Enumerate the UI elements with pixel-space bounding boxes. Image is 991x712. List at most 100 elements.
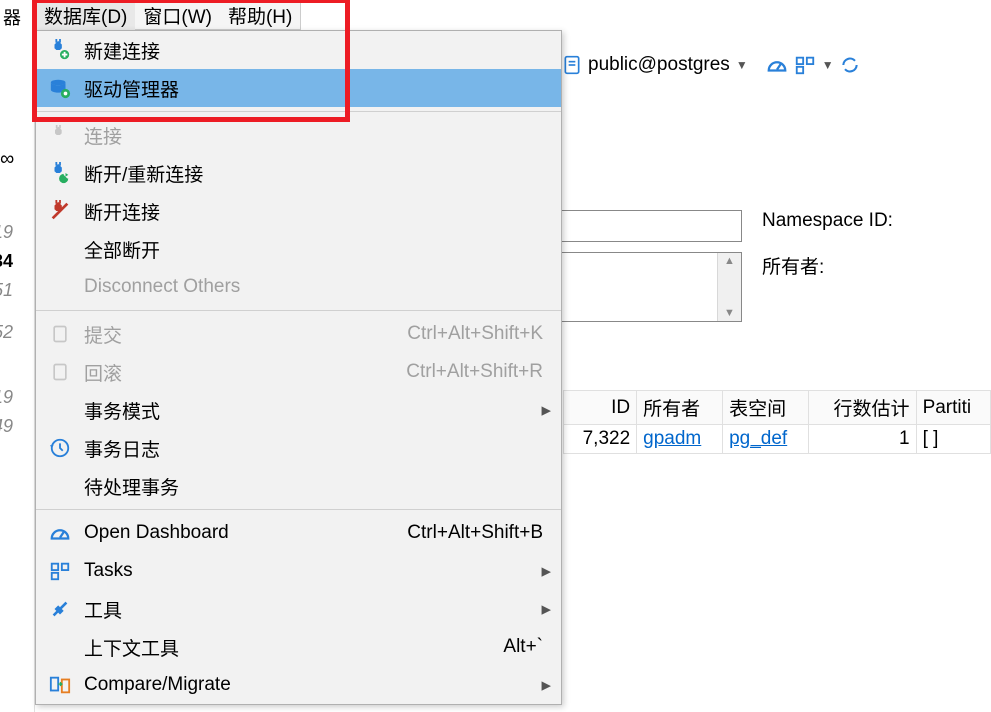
history-icon <box>44 434 76 462</box>
menu-compare-migrate[interactable]: Compare/Migrate ▸ <box>36 666 561 704</box>
submenu-arrow-icon: ▸ <box>539 560 551 583</box>
menu-transaction-mode[interactable]: 事务模式 ▸ <box>36 391 561 429</box>
menu-database[interactable]: 数据库(D) <box>36 0 135 31</box>
database-menu-dropdown: 新建连接 驱动管理器 连接 断开/重新连接 断开连接 全部断开 Disconne… <box>35 30 562 705</box>
menu-item-label: 新建连接 <box>84 37 551 64</box>
menu-shortcut: Ctrl+Alt+Shift+R <box>406 361 543 383</box>
dashboard-icon[interactable] <box>766 54 788 76</box>
menu-separator <box>36 509 561 510</box>
scrollbar[interactable]: ▲ ▼ <box>717 253 741 321</box>
menu-item-label: Disconnect Others <box>84 276 551 298</box>
submenu-arrow-icon: ▸ <box>539 399 551 422</box>
menu-item-label: 上下文工具 <box>84 634 503 661</box>
menu-item-label: 断开连接 <box>84 198 551 225</box>
blank-icon <box>44 633 76 661</box>
menu-shortcut: Ctrl+Alt+Shift+B <box>407 522 543 544</box>
menu-item-label: Tasks <box>84 560 539 582</box>
db-gear-icon <box>44 74 76 102</box>
left-panel-partial: 器 ∞ 19 34 51 52 19 49 <box>0 0 35 712</box>
plug-refresh-icon <box>44 159 76 187</box>
scroll-down-icon[interactable]: ▼ <box>722 305 737 321</box>
menu-disconnect[interactable]: 断开连接 <box>36 192 561 230</box>
rollback-icon <box>44 358 76 386</box>
dropdown-arrow-icon[interactable]: ▼ <box>822 58 834 72</box>
plug-icon <box>44 121 76 149</box>
partial-text: 34 <box>0 251 13 272</box>
col-id[interactable]: ID <box>564 391 637 425</box>
menu-item-label: 全部断开 <box>84 236 551 263</box>
menu-item-label: 事务日志 <box>84 435 551 462</box>
partial-text: 19 <box>0 222 13 243</box>
data-table: ID 所有者 表空间 行数估计 Partiti 7,322 gpadm pg_d… <box>563 390 991 454</box>
scroll-up-icon[interactable]: ▲ <box>722 253 737 269</box>
partial-text: 49 <box>0 416 13 437</box>
partial-text: 51 <box>0 280 13 301</box>
schema-bar: public@postgres ▼ ▼ <box>562 50 991 80</box>
blank-icon <box>44 396 76 424</box>
owner-textarea[interactable]: ▲ ▼ <box>532 252 742 322</box>
menu-commit: 提交 Ctrl+Alt+Shift+K <box>36 315 561 353</box>
owner-link[interactable]: gpadm <box>643 428 701 449</box>
menu-item-label: 工具 <box>84 596 539 623</box>
menu-item-label: 待处理事务 <box>84 473 551 500</box>
schema-icon <box>562 54 582 76</box>
right-panel: public@postgres ▼ ▼ Namespace ID: ▲ ▼ 所有… <box>562 50 991 332</box>
tasks-icon[interactable] <box>794 54 816 76</box>
menu-pending-transactions[interactable]: 待处理事务 <box>36 467 561 505</box>
menu-item-label: 断开/重新连接 <box>84 160 551 187</box>
menu-disconnect-all[interactable]: 全部断开 <box>36 230 561 268</box>
menu-transaction-log[interactable]: 事务日志 <box>36 429 561 467</box>
refresh-icon[interactable] <box>840 55 860 75</box>
namespace-input[interactable] <box>532 210 742 242</box>
menu-separator <box>36 310 561 311</box>
menu-item-label: 事务模式 <box>84 397 539 424</box>
table-row[interactable]: 7,322 gpadm pg_def 1 [ ] <box>564 425 991 454</box>
menu-connect: 连接 <box>36 116 561 154</box>
menu-tools[interactable]: 工具 ▸ <box>36 590 561 628</box>
tasks-icon <box>44 557 76 585</box>
compare-icon <box>44 671 76 699</box>
col-tablespace[interactable]: 表空间 <box>723 391 809 425</box>
col-partition[interactable]: Partiti <box>916 391 990 425</box>
partial-text: ∞ <box>0 148 14 171</box>
commit-icon <box>44 320 76 348</box>
blank-icon <box>44 235 76 263</box>
submenu-arrow-icon: ▸ <box>539 674 551 697</box>
disconnect-others-icon <box>44 273 76 301</box>
cell-id: 7,322 <box>564 425 637 454</box>
namespace-label: Namespace ID: <box>762 210 893 232</box>
menu-disconnect-others: Disconnect Others <box>36 268 561 306</box>
submenu-arrow-icon: ▸ <box>539 598 551 621</box>
owner-label: 所有者: <box>762 252 824 279</box>
menu-help[interactable]: 帮助(H) <box>220 0 300 31</box>
partial-text: 52 <box>0 322 13 343</box>
form-area: Namespace ID: ▲ ▼ 所有者: <box>562 210 991 322</box>
dropdown-arrow-icon[interactable]: ▼ <box>736 58 748 72</box>
menubar: 数据库(D) 窗口(W) 帮助(H) <box>35 0 301 30</box>
menu-tasks[interactable]: Tasks ▸ <box>36 552 561 590</box>
menu-item-label: Compare/Migrate <box>84 674 539 696</box>
menu-window[interactable]: 窗口(W) <box>135 0 220 31</box>
partial-text: 19 <box>0 387 13 408</box>
cell-partition: [ ] <box>916 425 990 454</box>
col-owner[interactable]: 所有者 <box>637 391 723 425</box>
menu-driver-manager[interactable]: 驱动管理器 <box>36 69 561 107</box>
menu-context-tools[interactable]: 上下文工具 Alt+` <box>36 628 561 666</box>
menu-new-connection[interactable]: 新建连接 <box>36 31 561 69</box>
cell-tablespace: pg_def <box>723 425 809 454</box>
tablespace-link[interactable]: pg_def <box>729 428 787 449</box>
cell-owner: gpadm <box>637 425 723 454</box>
menu-shortcut: Alt+` <box>503 636 543 658</box>
col-rowcount[interactable]: 行数估计 <box>809 391 917 425</box>
plug-add-icon <box>44 36 76 64</box>
tools-icon <box>44 595 76 623</box>
plug-off-icon <box>44 197 76 225</box>
dashboard-icon <box>44 519 76 547</box>
menu-shortcut: Ctrl+Alt+Shift+K <box>407 323 543 345</box>
menu-reconnect[interactable]: 断开/重新连接 <box>36 154 561 192</box>
partial-text: 器 <box>3 4 21 30</box>
menu-separator <box>36 111 561 112</box>
menu-item-label: Open Dashboard <box>84 522 407 544</box>
menu-open-dashboard[interactable]: Open Dashboard Ctrl+Alt+Shift+B <box>36 514 561 552</box>
schema-label[interactable]: public@postgres <box>588 54 730 76</box>
